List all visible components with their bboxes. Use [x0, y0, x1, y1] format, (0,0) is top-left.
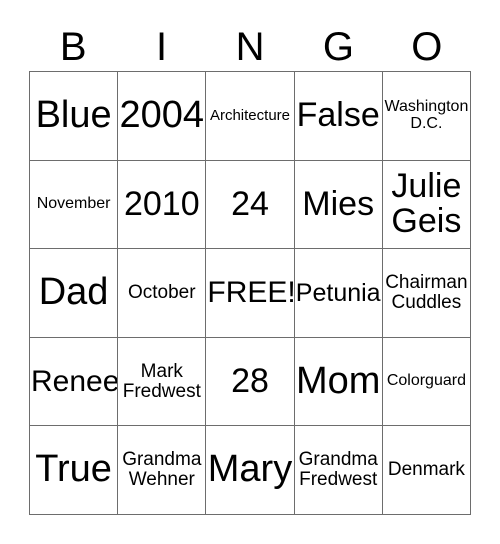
bingo-cell-label: Mary: [207, 448, 293, 491]
bingo-cell[interactable]: 2010: [118, 160, 207, 250]
bingo-cell-label: Grandma Fredwest: [298, 449, 378, 491]
bingo-cell[interactable]: 2004: [118, 72, 207, 161]
bingo-cell[interactable]: Colorguard: [382, 337, 471, 427]
bingo-cell[interactable]: Mies: [294, 160, 383, 250]
bingo-cell[interactable]: Mom: [294, 337, 383, 427]
bingo-cell-label: FREE!: [207, 276, 295, 310]
bingo-cell-label: Architecture: [209, 106, 291, 124]
bingo-cell-free[interactable]: FREE!: [206, 249, 295, 338]
bingo-cell[interactable]: Grandma Wehner: [118, 426, 207, 515]
bingo-cell[interactable]: Washington D.C.: [382, 72, 471, 161]
bingo-cell[interactable]: Grandma Fredwest: [294, 426, 383, 515]
bingo-cell-label: 2010: [123, 184, 200, 223]
bingo-cell-label: Mom: [295, 359, 381, 402]
bingo-cell[interactable]: November: [30, 160, 119, 250]
bingo-cell[interactable]: Mary: [206, 426, 295, 515]
bingo-header-letter-n: N: [235, 24, 265, 69]
bingo-cell-label: True: [35, 448, 112, 491]
bingo-cell-label: 28: [231, 361, 269, 400]
bingo-cell[interactable]: Julie Geis: [382, 160, 471, 250]
bingo-cell-label: 24: [231, 184, 269, 223]
bingo-cell-label: Mies: [302, 184, 375, 223]
bingo-cell-label: Mark Fredwest: [122, 360, 201, 402]
bingo-cell-label: Blue: [35, 93, 112, 136]
bingo-cell-label: November: [36, 194, 111, 212]
bingo-cell[interactable]: Renee: [30, 337, 119, 427]
bingo-cell[interactable]: True: [30, 426, 119, 515]
bingo-cell-label: Colorguard: [386, 372, 466, 390]
bingo-cell-label: False: [296, 95, 380, 134]
bingo-cell[interactable]: October: [118, 249, 207, 338]
bingo-cell-label: Chairman Cuddles: [385, 272, 468, 313]
bingo-grid: Blue 2004 Architecture False Washington …: [29, 71, 471, 515]
bingo-cell-label: Grandma Wehner: [122, 449, 202, 491]
bingo-cell[interactable]: Chairman Cuddles: [382, 249, 471, 338]
bingo-cell[interactable]: 24: [206, 160, 295, 250]
bingo-header-letter-o: O: [411, 24, 443, 69]
bingo-cell[interactable]: Dad: [30, 249, 119, 338]
bingo-card: B I N G O Blue 2004 Architecture False W…: [0, 0, 500, 544]
bingo-header-letter-g: G: [322, 24, 354, 69]
bingo-cell[interactable]: Denmark: [382, 426, 471, 515]
bingo-cell-label: Julie Geis: [391, 166, 462, 241]
bingo-cell-label: 2004: [119, 93, 205, 136]
bingo-cell[interactable]: Petunia: [294, 249, 383, 338]
bingo-cell-label: Petunia: [295, 278, 381, 307]
bingo-cell[interactable]: Mark Fredwest: [118, 337, 207, 427]
bingo-cell-label: Dad: [38, 271, 109, 314]
bingo-header-row: B I N G O: [29, 22, 471, 71]
bingo-cell-label: Renee: [31, 364, 119, 398]
bingo-cell[interactable]: False: [294, 72, 383, 161]
bingo-cell[interactable]: Blue: [30, 72, 119, 161]
bingo-cell[interactable]: Architecture: [206, 72, 295, 161]
bingo-cell-label: October: [127, 282, 196, 304]
bingo-cell-label: Denmark: [387, 459, 465, 481]
bingo-header-letter-b: B: [59, 24, 87, 69]
bingo-header-letter-i: I: [156, 24, 168, 69]
bingo-cell[interactable]: 28: [206, 337, 295, 427]
bingo-cell-label: Washington D.C.: [384, 98, 469, 132]
